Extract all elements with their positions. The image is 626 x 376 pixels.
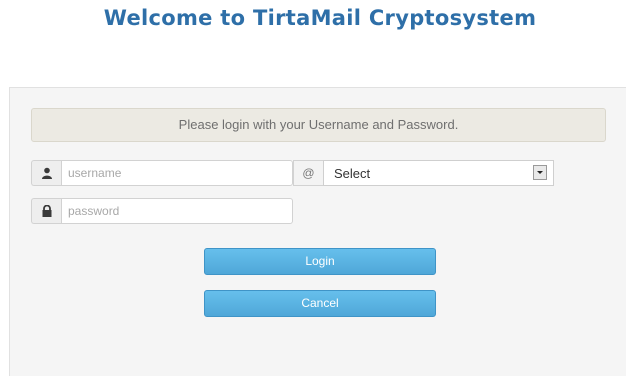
lock-icon [42,205,52,217]
cancel-button[interactable]: Cancel [204,290,436,317]
page-title: Welcome to TirtaMail Cryptosystem [103,6,537,30]
domain-select-value: Select [334,166,371,181]
at-sign-addon: @ [293,160,323,186]
login-notice: Please login with your Username and Pass… [31,108,606,142]
chevron-down-icon[interactable] [533,165,547,180]
user-icon [42,167,52,179]
username-input[interactable] [61,160,293,186]
login-button[interactable]: Login [204,248,436,275]
username-addon [31,160,62,186]
password-input[interactable] [61,198,293,224]
password-addon [31,198,62,224]
domain-select[interactable]: Select [323,160,554,186]
